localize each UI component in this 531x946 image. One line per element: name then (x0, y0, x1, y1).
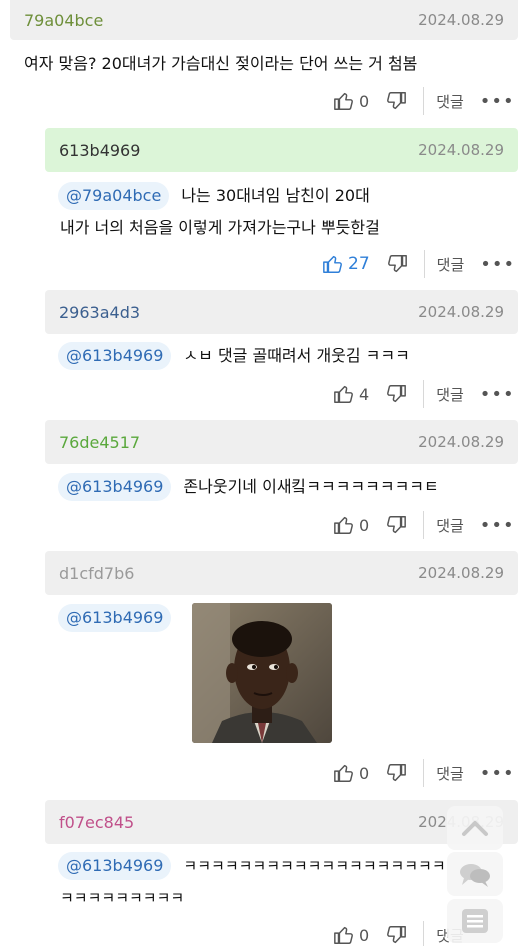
dislike-button[interactable] (385, 90, 407, 112)
comment-text: @613b4969 존나웃기네 이새킼ㅋㅋㅋㅋㅋㅋㅋㅋㅌ (58, 471, 439, 503)
comment-header: d1cfd7b6 2024.08.29 (45, 551, 518, 595)
comment-header: 76de4517 2024.08.29 (45, 420, 518, 464)
comment-text: @613b4969 (58, 602, 183, 634)
comment-actions: 0 댓글 ••• (333, 758, 515, 788)
comment-author[interactable]: 79a04bce (24, 11, 103, 30)
divider (423, 511, 425, 539)
comment-actions: 4 댓글 ••• (333, 379, 515, 409)
comment-text: @79a04bce 나는 30대녀임 남친이 20대 (58, 180, 370, 212)
comment-text-line: 내가 너의 처음을 이렇게 가져가는구나 뿌듯한걸 (60, 218, 380, 237)
comment-actions: 0 댓글 (333, 920, 464, 946)
reply-button[interactable]: 댓글 (436, 384, 464, 405)
thumbs-up-icon (334, 516, 353, 534)
comment-header: 613b4969 2024.08.29 (45, 128, 518, 172)
comment-text-line: 나는 30대녀임 남친이 20대 (181, 186, 370, 205)
comment-text: @613b4969 ㅅㅂ 댓글 골때려서 개웃김 ㅋㅋㅋ (58, 340, 410, 372)
list-button[interactable] (447, 899, 503, 943)
reply-button[interactable]: 댓글 (436, 91, 464, 112)
like-count: 27 (348, 254, 370, 274)
like-button[interactable]: 0 (333, 924, 369, 946)
like-button[interactable]: 0 (333, 762, 369, 784)
photo-content (192, 603, 332, 743)
thumbs-down-icon (387, 92, 407, 110)
comment-text-line: ㅋㅋㅋㅋㅋㅋㅋㅋㅋ (60, 889, 185, 907)
comment-author[interactable]: 76de4517 (59, 433, 140, 452)
like-button[interactable]: 0 (333, 514, 369, 536)
comment-date: 2024.08.29 (418, 433, 504, 451)
comment-date: 2024.08.29 (418, 11, 504, 29)
mention-tag[interactable]: @613b4969 (58, 852, 172, 880)
dislike-button[interactable] (385, 514, 407, 536)
more-options-icon[interactable]: ••• (480, 515, 515, 536)
thumbs-down-icon (387, 926, 407, 944)
thumbs-down-icon (387, 516, 407, 534)
attached-photo[interactable] (192, 603, 332, 743)
thumbs-up-icon (334, 385, 353, 403)
comment-date: 2024.08.29 (418, 564, 504, 582)
comment-text-line: ㅅㅂ 댓글 골때려서 개웃김 ㅋㅋㅋ (183, 346, 410, 365)
divider (423, 87, 425, 115)
divider (423, 380, 425, 408)
comment-author[interactable]: 613b4969 (59, 141, 140, 160)
comments-button[interactable] (447, 852, 503, 896)
divider (423, 250, 425, 278)
comment-date: 2024.08.29 (418, 141, 504, 159)
like-count: 0 (359, 925, 370, 945)
chevron-up-icon (462, 821, 488, 836)
more-options-icon[interactable]: ••• (480, 763, 515, 784)
comment-author[interactable]: d1cfd7b6 (59, 564, 134, 583)
more-options-icon[interactable]: ••• (480, 254, 515, 275)
like-button[interactable]: 4 (333, 383, 369, 405)
comment-header: 2963a4d3 2024.08.29 (45, 290, 518, 334)
like-count: 4 (359, 384, 370, 404)
dislike-button[interactable] (385, 383, 407, 405)
comment-header: 79a04bce 2024.08.29 (10, 0, 518, 40)
comment-author[interactable]: f07ec845 (59, 813, 134, 832)
dislike-button[interactable] (386, 253, 408, 275)
like-count: 0 (359, 91, 370, 111)
like-count: 0 (359, 515, 370, 535)
divider (423, 921, 425, 946)
comment-actions: 27 댓글 ••• (322, 249, 515, 279)
mention-tag[interactable]: @79a04bce (58, 182, 170, 210)
reply-button[interactable]: 댓글 (436, 763, 464, 784)
more-options-icon[interactable]: ••• (480, 384, 515, 405)
comment-author[interactable]: 2963a4d3 (59, 303, 140, 322)
mention-tag[interactable]: @613b4969 (58, 473, 172, 501)
comment-date: 2024.08.29 (418, 303, 504, 321)
comment-text-line: 존나웃기네 이새킼ㅋㅋㅋㅋㅋㅋㅋㅋㅌ (183, 477, 439, 496)
comment-actions: 0 댓글 ••• (333, 510, 515, 540)
thumbs-down-icon (387, 255, 407, 273)
scroll-top-button[interactable] (447, 806, 503, 850)
comment-text-line: ㅋㅋㅋㅋㅋㅋㅋㅋㅋㅋㅋㅋㅋㅋㅋㅋㅋㅋㅋ (183, 857, 446, 875)
divider (423, 759, 425, 787)
dislike-button[interactable] (385, 762, 407, 784)
mention-tag[interactable]: @613b4969 (58, 342, 172, 370)
thumbs-down-icon (387, 385, 407, 403)
thumbs-up-icon (323, 255, 342, 273)
reply-button[interactable]: 댓글 (436, 515, 464, 536)
list-icon (462, 909, 488, 933)
like-button[interactable]: 27 (322, 253, 370, 275)
thumbs-up-icon (334, 92, 353, 110)
like-count: 0 (359, 763, 370, 783)
mention-tag[interactable]: @613b4969 (58, 604, 172, 632)
comment-actions: 0 댓글 ••• (333, 86, 515, 116)
dislike-button[interactable] (385, 924, 407, 946)
thumbs-down-icon (387, 764, 407, 782)
more-options-icon[interactable]: ••• (480, 91, 515, 112)
thumbs-up-icon (334, 764, 353, 782)
like-button[interactable]: 0 (333, 90, 369, 112)
reply-button[interactable]: 댓글 (437, 254, 465, 275)
chat-bubbles-icon (460, 864, 490, 887)
comment-text: 여자 맞음? 20대녀가 가슴대신 젖이라는 단어 쓰는 거 첨봄 (24, 54, 418, 73)
comment-text: @613b4969 ㅋㅋㅋㅋㅋㅋㅋㅋㅋㅋㅋㅋㅋㅋㅋㅋㅋㅋㅋ (58, 850, 446, 882)
thumbs-up-icon (334, 926, 353, 944)
